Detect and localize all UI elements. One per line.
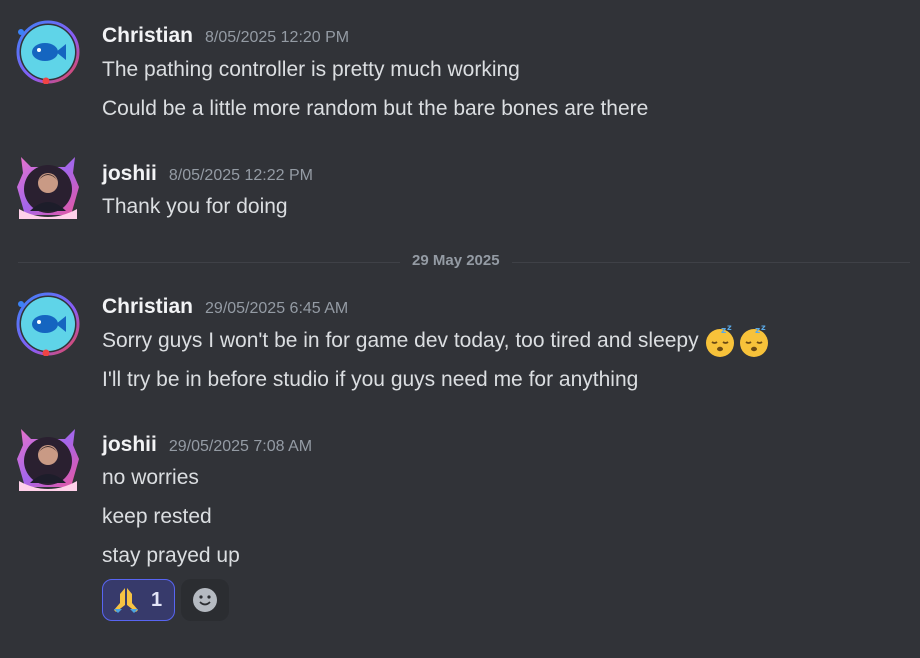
user-photo-avatar (17, 157, 79, 219)
message-header: Christian 29/05/2025 6:45 AM (102, 295, 348, 319)
avatar-joshii[interactable] (16, 156, 80, 220)
reaction-count: 1 (151, 588, 163, 611)
reactions-bar: 1 (102, 579, 230, 621)
svg-text:z: z (761, 324, 766, 332)
sleeping-face-emoji[interactable]: z z (703, 323, 737, 358)
folded-hands-emoji (114, 588, 138, 613)
timestamp[interactable]: 29/05/2025 6:45 AM (205, 300, 348, 318)
avatar-christian[interactable] (16, 292, 80, 356)
message-header: joshii 8/05/2025 12:22 PM (102, 162, 313, 186)
message-text-with-emoji: Sorry guys I won't be in for game dev to… (102, 323, 771, 358)
svg-text:z: z (755, 326, 760, 336)
svg-text:z: z (721, 326, 726, 336)
username[interactable]: Christian (102, 295, 193, 319)
timestamp[interactable]: 8/05/2025 12:22 PM (169, 167, 313, 185)
avatar-christian[interactable] (16, 20, 80, 84)
sleeping-face-emoji[interactable]: z z (737, 323, 771, 358)
message-text: Could be a little more random but the ba… (102, 97, 649, 120)
timestamp[interactable]: 8/05/2025 12:20 PM (205, 29, 349, 47)
message-header: Christian 8/05/2025 12:20 PM (102, 24, 349, 48)
fish-icon (16, 292, 80, 356)
user-photo-avatar (17, 429, 79, 491)
fish-icon (16, 20, 80, 84)
message-text: I'll try be in before studio if you guys… (102, 368, 639, 391)
username[interactable]: joshii (102, 433, 157, 457)
smiley-icon (193, 588, 218, 612)
message-text: Thank you for doing (102, 195, 288, 218)
username[interactable]: Christian (102, 24, 193, 48)
username[interactable]: joshii (102, 162, 157, 186)
date-divider-label: 29 May 2025 (400, 252, 512, 269)
svg-text:z: z (727, 324, 732, 332)
timestamp[interactable]: 29/05/2025 7:08 AM (169, 438, 312, 456)
avatar-joshii[interactable] (16, 428, 80, 492)
add-reaction-button[interactable] (181, 579, 230, 621)
chat-log: Christian 8/05/2025 12:20 PM The pathing… (0, 0, 920, 658)
message-text: Sorry guys I won't be in for game dev to… (102, 329, 699, 352)
message-text: stay prayed up (102, 544, 240, 567)
message-header: joshii 29/05/2025 7:08 AM (102, 433, 312, 457)
message-text: no worries (102, 466, 199, 489)
message-text: keep rested (102, 505, 212, 528)
message-text: The pathing controller is pretty much wo… (102, 58, 520, 81)
reaction-folded-hands[interactable]: 1 (102, 579, 176, 621)
